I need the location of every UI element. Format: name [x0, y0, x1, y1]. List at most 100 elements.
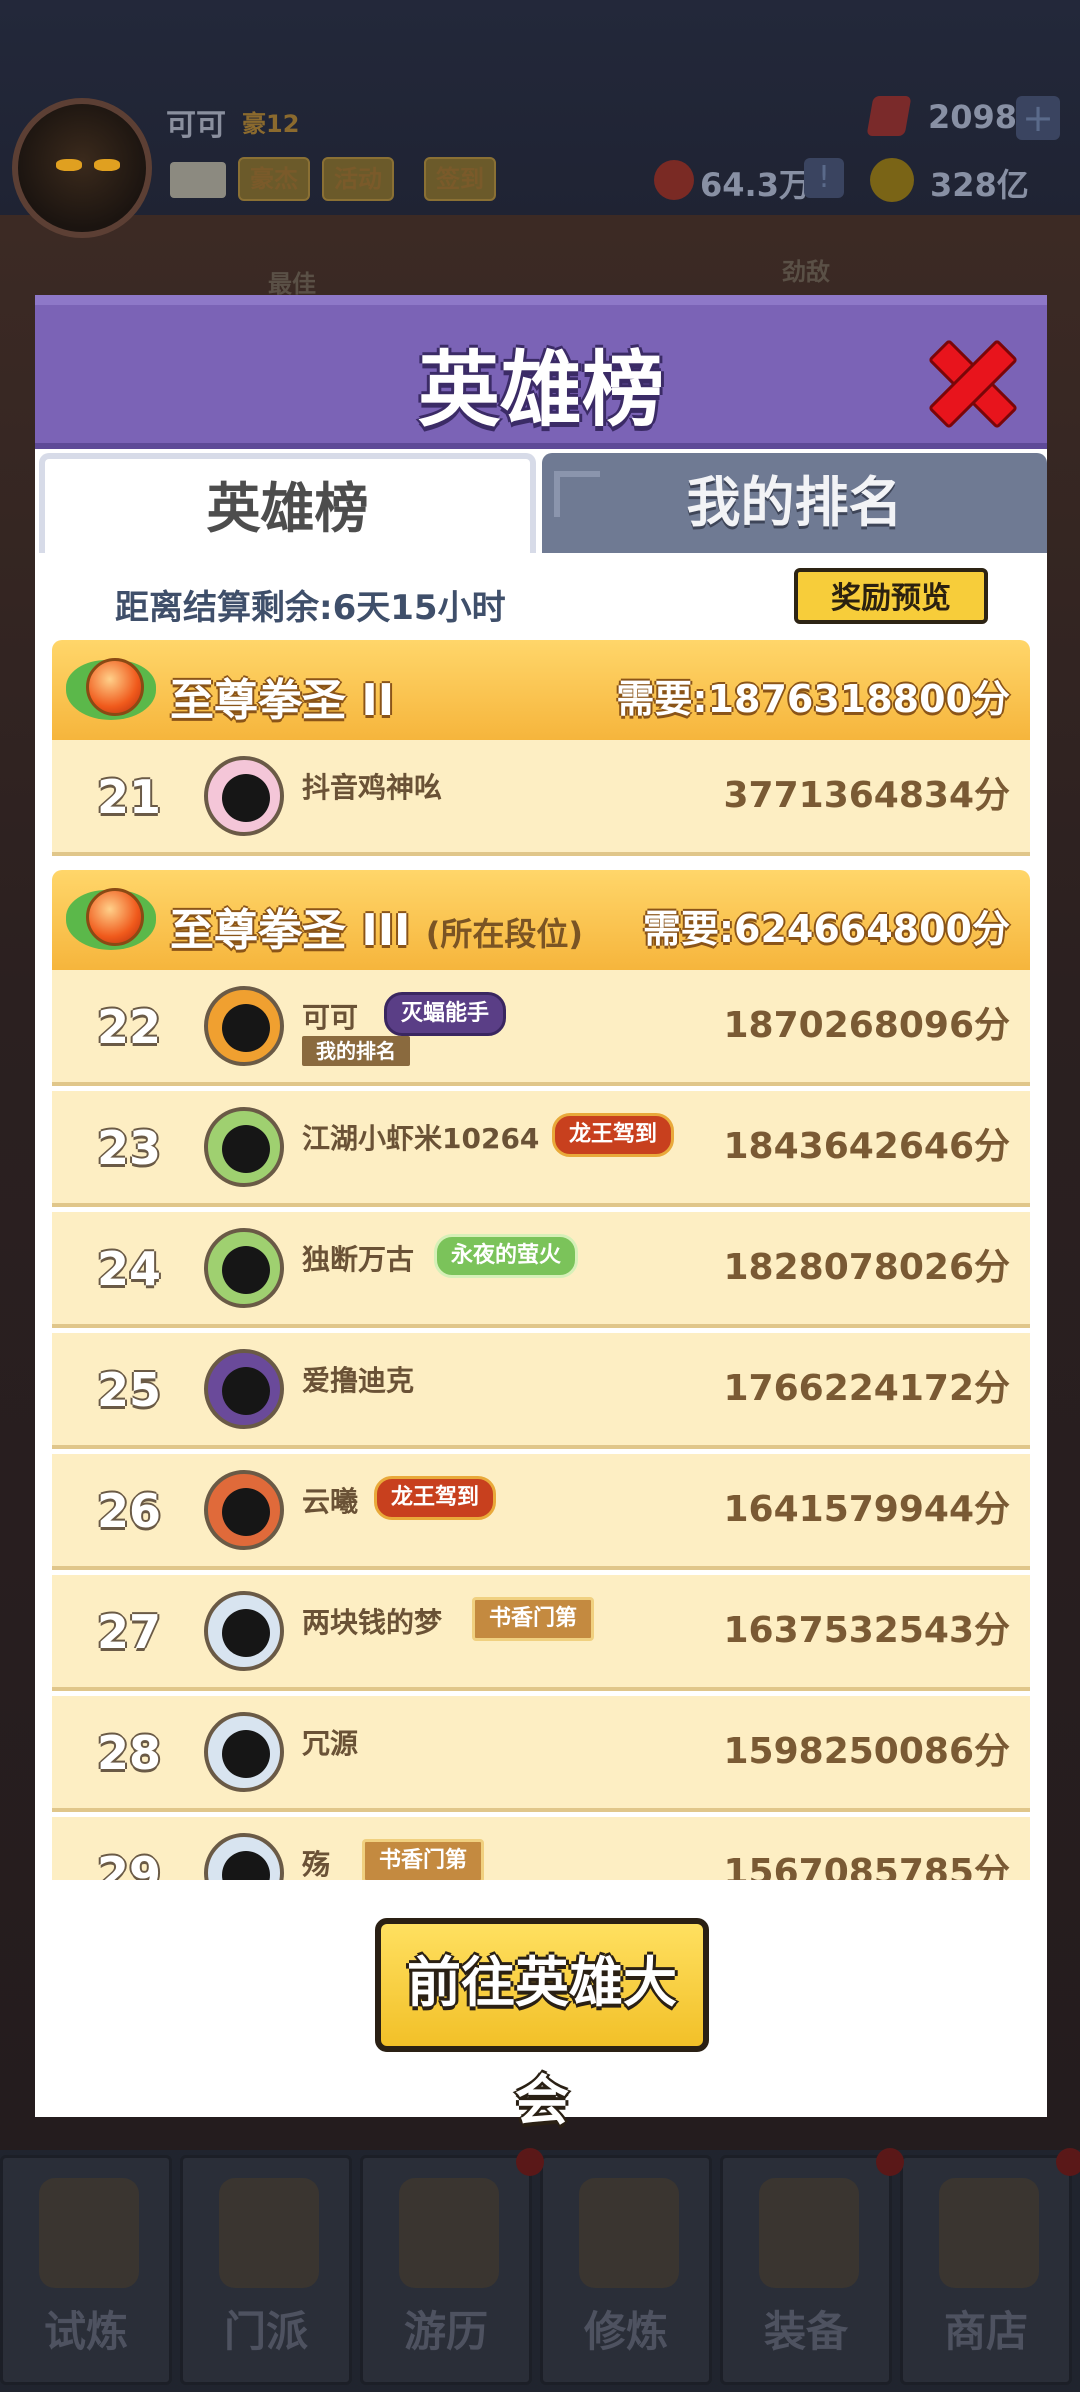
notification-dot: [1056, 2148, 1080, 2176]
score: 1843642646分: [723, 1126, 1011, 1167]
avatar[interactable]: [204, 1833, 284, 1880]
rank-number: 25: [96, 1363, 161, 1417]
tab-leaderboard[interactable]: 英雄榜: [39, 453, 536, 553]
nav-label: 装备: [763, 2307, 848, 2356]
score: 1766224172分: [723, 1368, 1011, 1409]
equipment-icon: [759, 2178, 859, 2288]
nav-label: 修炼: [583, 2307, 668, 2356]
player-name: 爱撸迪克: [302, 1364, 415, 1397]
signin-button[interactable]: 签到: [424, 157, 496, 201]
nav-label: 商店: [943, 2307, 1028, 2356]
rank-number: 26: [96, 1484, 161, 1538]
nav-sect[interactable]: 门派: [180, 2155, 352, 2385]
gem-icon: [866, 96, 912, 136]
go-hero-conference-button[interactable]: 前往英雄大会: [375, 1918, 709, 2132]
title-badge: 书香门第: [362, 1839, 485, 1880]
player-rank: 豪12: [242, 110, 300, 138]
close-button[interactable]: [927, 335, 1019, 430]
rank-number: 29: [96, 1847, 161, 1880]
ranking-list[interactable]: 至尊拳圣 II 需要:1876318800分 21 抖音鸡神吆 37713648…: [52, 640, 1030, 1880]
alert-icon[interactable]: !: [804, 158, 844, 198]
best-label: 最佳: [268, 270, 316, 298]
my-rank-tag: 我的排名: [302, 1036, 410, 1066]
table-row-self[interactable]: 22 可可 灭蝠能手 我的排名 1870268096分: [52, 970, 1030, 1086]
current-tier-note: (所在段位): [425, 915, 584, 953]
avatar[interactable]: [204, 756, 284, 836]
player-name: 江湖小虾米10264: [302, 1122, 540, 1155]
score: 1828078026分: [723, 1247, 1011, 1288]
player-name: 两块钱的梦: [302, 1606, 443, 1639]
tab-my-rank[interactable]: 我的排名: [542, 453, 1047, 553]
reward-preview-button[interactable]: 奖励预览: [794, 568, 988, 624]
table-row[interactable]: 26 云曦 龙王驾到 1641579944分: [52, 1454, 1030, 1570]
travel-icon: [399, 2178, 499, 2288]
table-row[interactable]: 23 江湖小虾米10264 龙王驾到 1843642646分: [52, 1091, 1030, 1207]
title-badge: 龙王驾到: [552, 1113, 675, 1157]
coin-count: 328亿: [930, 166, 1029, 204]
power-value: 64.3万: [700, 166, 811, 204]
shop-icon: [939, 2178, 1039, 2288]
score: 1598250086分: [723, 1731, 1011, 1772]
table-row[interactable]: 24 独断万古 永夜的萤火 1828078026分: [52, 1212, 1030, 1328]
rank-number: 27: [96, 1605, 161, 1659]
title-badge: 书香门第: [472, 1597, 595, 1641]
score: 3771364834分: [723, 775, 1011, 816]
table-row[interactable]: 28 冗源 1598250086分: [52, 1696, 1030, 1812]
score: 1567085785分: [723, 1852, 1011, 1880]
table-row[interactable]: 21 抖音鸡神吆 3771364834分: [52, 740, 1030, 856]
tier-name: 至尊拳圣 III (所在段位): [170, 905, 584, 956]
tier-name: 至尊拳圣 II: [170, 675, 395, 726]
tier-emblem-icon: [66, 650, 156, 726]
rank-number: 23: [96, 1121, 161, 1175]
nav-trial[interactable]: 试炼: [0, 2155, 172, 2385]
table-row[interactable]: 25 爱撸迪克 1766224172分: [52, 1333, 1030, 1449]
player-avatar[interactable]: [12, 98, 152, 238]
rank-number: 22: [96, 1000, 161, 1054]
rank-number: 21: [96, 770, 161, 824]
nav-label: 试炼: [43, 2307, 128, 2356]
nav-travel[interactable]: 游历: [360, 2155, 532, 2385]
nav-shop[interactable]: 商店: [900, 2155, 1072, 2385]
player-name: 可可: [166, 108, 226, 143]
tier-header: 至尊拳圣 III (所在段位) 需要:624664800分: [52, 870, 1030, 970]
leaderboard-modal: 英雄榜 英雄榜 我的排名 距离结算剩余:6天15小时 奖励预览 至尊拳圣 II …: [35, 295, 1047, 2132]
avatar[interactable]: [204, 1712, 284, 1792]
trial-icon: [39, 2178, 139, 2288]
avatar[interactable]: [204, 1107, 284, 1187]
table-row[interactable]: 27 两块钱的梦 书香门第 1637532543分: [52, 1575, 1030, 1691]
tier-header: 至尊拳圣 II 需要:1876318800分: [52, 640, 1030, 740]
score: 1637532543分: [723, 1610, 1011, 1651]
tier-emblem-icon: [66, 880, 156, 956]
avatar[interactable]: [204, 1349, 284, 1429]
sect-icon: [219, 2178, 319, 2288]
rank-number: 28: [96, 1726, 161, 1780]
title-badge: 龙王驾到: [374, 1476, 497, 1520]
avatar[interactable]: [204, 1228, 284, 1308]
modal-title: 英雄榜: [417, 343, 664, 438]
hero-button[interactable]: 豪杰: [238, 157, 310, 201]
avatar[interactable]: [204, 986, 284, 1066]
cultivate-icon: [579, 2178, 679, 2288]
add-gem-button[interactable]: +: [1016, 96, 1060, 140]
top-status-bar: [0, 0, 1080, 215]
nav-equipment[interactable]: 装备: [720, 2155, 892, 2385]
avatar[interactable]: [204, 1591, 284, 1671]
mail-icon[interactable]: [170, 162, 226, 198]
nav-label: 游历: [403, 2307, 488, 2356]
modal-header: 英雄榜: [35, 295, 1047, 449]
player-name: 冗源: [302, 1727, 359, 1760]
nav-label: 门派: [223, 2307, 308, 2356]
tier-requirement: 需要:1876318800分: [616, 677, 1010, 721]
table-row[interactable]: 29 殇 书香门第 1567085785分: [52, 1817, 1030, 1880]
nav-cultivate[interactable]: 修炼: [540, 2155, 712, 2385]
avatar[interactable]: [204, 1470, 284, 1550]
power-icon: [654, 160, 694, 200]
player-name: 可可: [302, 1001, 359, 1034]
notification-dot: [876, 2148, 904, 2176]
activity-button[interactable]: 活动: [322, 157, 394, 201]
coin-icon: [870, 158, 914, 202]
score: 1641579944分: [723, 1489, 1011, 1530]
rank-number: 24: [96, 1242, 161, 1296]
player-name: 抖音鸡神吆: [302, 771, 443, 804]
rival-label: 劲敌: [782, 258, 830, 286]
